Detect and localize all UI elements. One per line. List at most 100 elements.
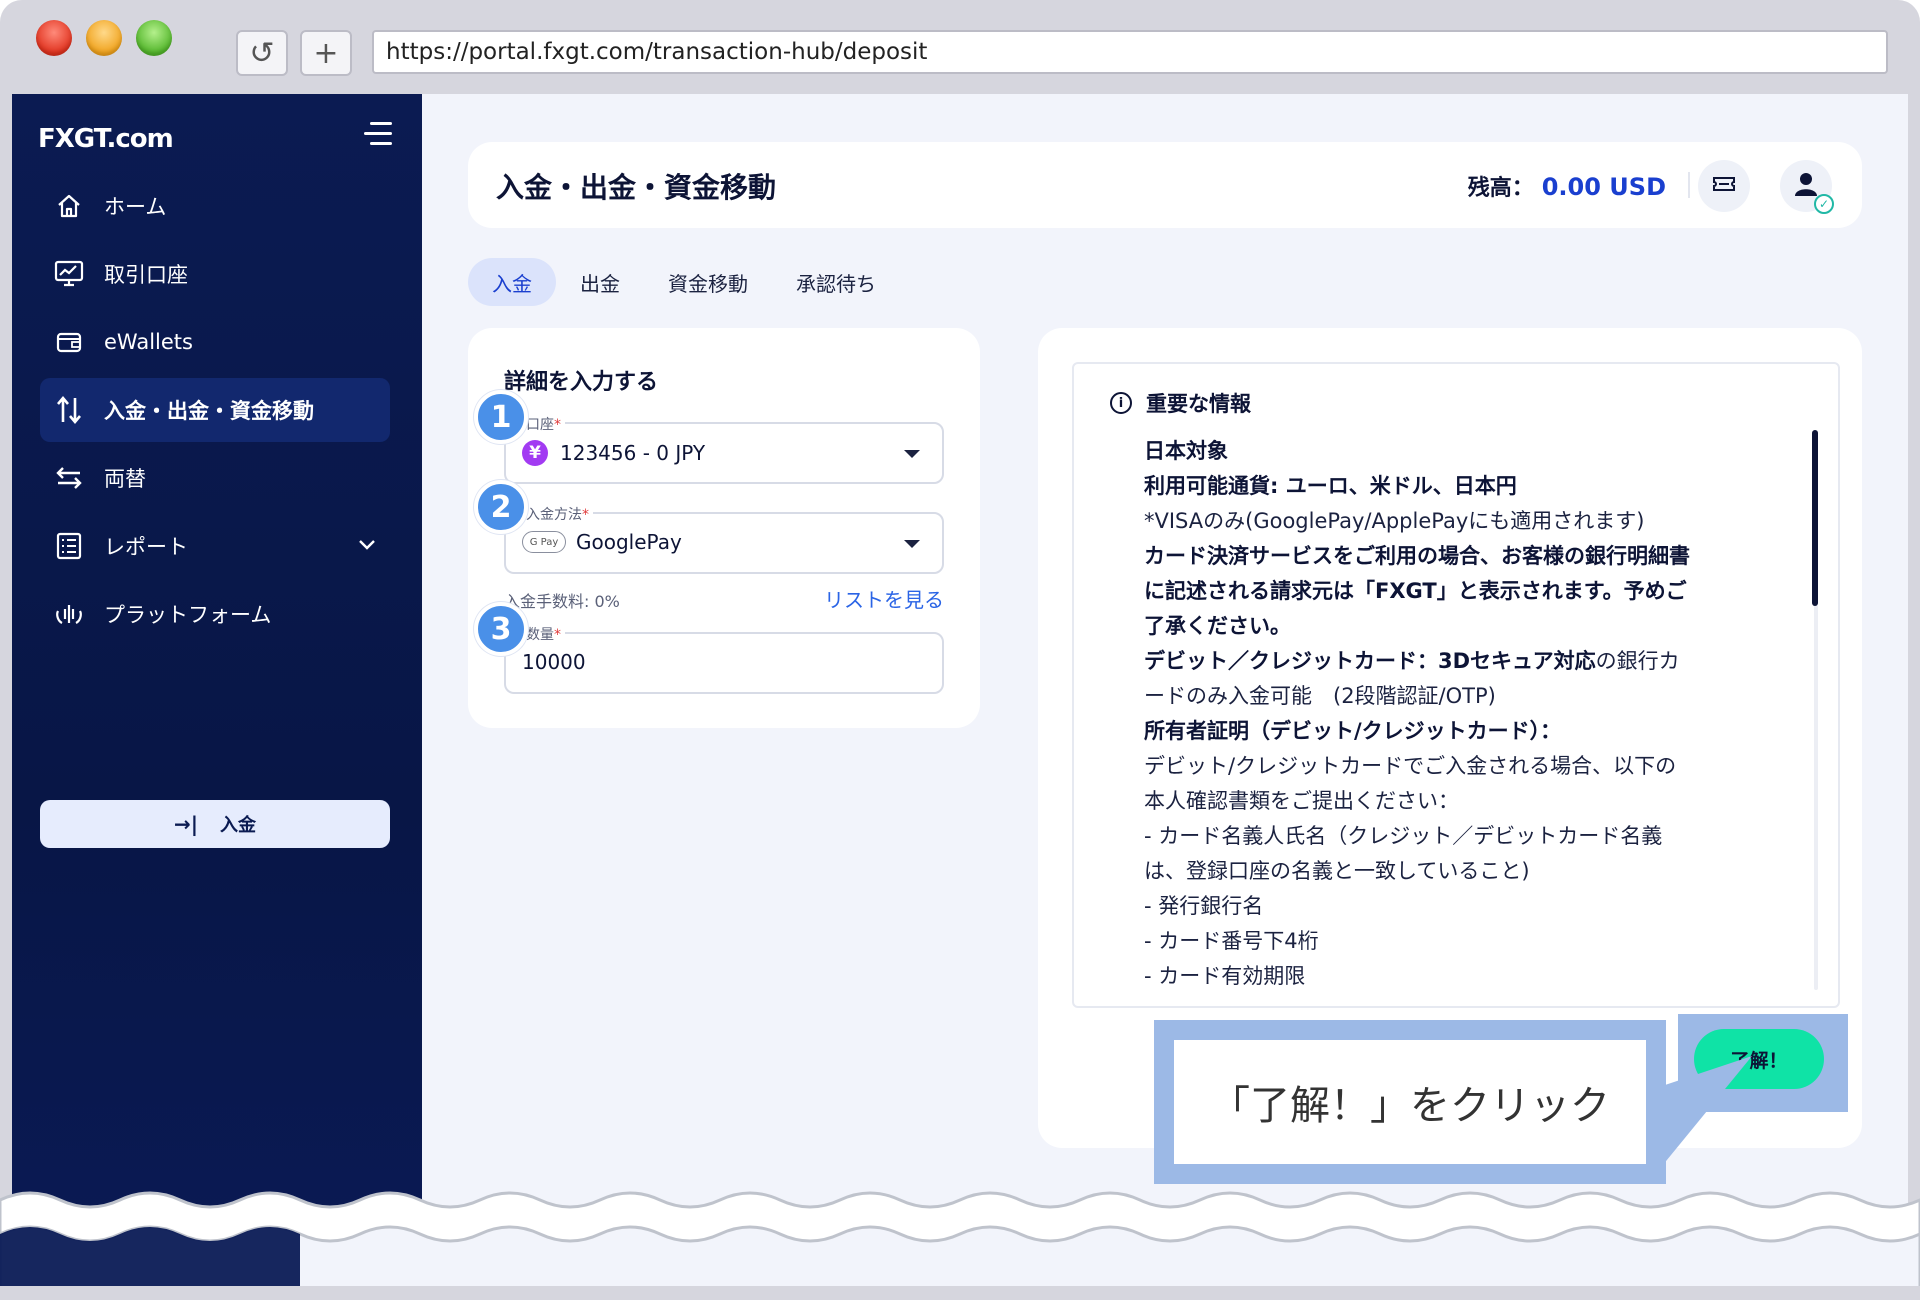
- account-select[interactable]: 口座* ¥ 123456 - 0 JPY: [504, 414, 944, 484]
- info-line: は、登録口座の名義と一致していること): [1144, 859, 1530, 883]
- info-title: i 重要な情報: [1110, 388, 1251, 418]
- platform-icon: [52, 597, 86, 631]
- info-line: - 発行銀行名: [1144, 894, 1264, 918]
- header-divider: [1688, 172, 1690, 198]
- callout-pointer: [1662, 1056, 1752, 1166]
- tab-withdraw[interactable]: 出金: [556, 258, 644, 306]
- sidebar-deposit-label: 入金: [220, 815, 257, 836]
- main-content: 入金・出金・資金移動 残高： 0.00 USD ✓ 入金 出金 資金移動 承認待ち: [422, 94, 1908, 1284]
- dropdown-caret-icon: [904, 450, 920, 458]
- sidebar-item-home[interactable]: ホーム: [40, 174, 390, 238]
- info-scroll-panel[interactable]: i 重要な情報 日本対象 利用可能通貨: ユーロ、米ドル、日本円 *VISAのみ…: [1072, 362, 1840, 1008]
- sidebar-item-label: 取引口座: [104, 263, 188, 287]
- reload-icon: ↺: [249, 35, 275, 71]
- step-marker-2: 2: [474, 480, 528, 534]
- page-header: 入金・出金・資金移動 残高： 0.00 USD ✓: [468, 142, 1862, 228]
- balance-value: 0.00 USD: [1541, 173, 1666, 201]
- sidebar-item-exchange[interactable]: 両替: [40, 446, 390, 510]
- info-body: 日本対象 利用可能通貨: ユーロ、米ドル、日本円 *VISAのみ(GoogleP…: [1144, 434, 1764, 994]
- yen-currency-icon: ¥: [522, 440, 548, 466]
- user-icon: [1793, 171, 1819, 201]
- info-line: デビット/クレジットカードでご入金される場合、以下の: [1144, 754, 1677, 778]
- amount-input[interactable]: 数量* 10000: [504, 624, 944, 694]
- sidebar-item-ewallets[interactable]: eWallets: [40, 310, 390, 374]
- torn-edge-decoration: [0, 1191, 1920, 1300]
- info-line: ードのみ入金可能 (2段階認証/OTP): [1144, 684, 1496, 708]
- callout-box: 「了解！」をクリック: [1154, 1020, 1666, 1184]
- dropdown-caret-icon: [904, 540, 920, 548]
- payment-method-select[interactable]: 入金方法* G Pay GooglePay: [504, 504, 944, 574]
- ticket-icon: [1712, 175, 1736, 197]
- info-line: 所有者証明（デビット/クレジットカード）：: [1144, 719, 1562, 743]
- deposit-fee-text: 入金手数料: 0%: [504, 592, 620, 611]
- info-line: *VISAのみ(GooglePay/ApplePayにも適用されます): [1144, 509, 1645, 533]
- tab-pending[interactable]: 承認待ち: [772, 258, 900, 306]
- chart-monitor-icon: [52, 257, 86, 291]
- sidebar-item-label: 入金・出金・資金移動: [104, 399, 314, 423]
- tab-deposit[interactable]: 入金: [468, 258, 556, 306]
- info-line: 本人確認書類をご提出ください：: [1144, 789, 1459, 813]
- sidebar-item-label: レポート: [104, 535, 188, 559]
- sidebar: FXGT.com ホーム 取引口座 eWallets 入金・出金・資金移動 両替…: [12, 94, 422, 1284]
- plus-icon: +: [313, 35, 339, 71]
- step-marker-3: 3: [474, 602, 528, 656]
- info-line: に記述される請求元は「FXGT」と表示されます。予めご: [1144, 579, 1687, 603]
- sidebar-item-transactions[interactable]: 入金・出金・資金移動: [40, 378, 390, 442]
- page-viewport: FXGT.com ホーム 取引口座 eWallets 入金・出金・資金移動 両替…: [12, 94, 1908, 1284]
- wallet-icon: [52, 325, 86, 359]
- info-line: - カード番号下4桁: [1144, 929, 1319, 953]
- home-icon: [52, 189, 86, 223]
- fee-row: 入金手数料: 0% リストを見る: [504, 588, 944, 612]
- sidebar-item-label: ホーム: [104, 195, 167, 219]
- view-list-link[interactable]: リストを見る: [824, 584, 944, 613]
- payment-method-label: 入金方法*: [522, 504, 593, 524]
- balance-display: 残高： 0.00 USD: [1468, 170, 1666, 202]
- sidebar-item-reports[interactable]: レポート: [40, 514, 390, 578]
- user-avatar-button[interactable]: ✓: [1780, 160, 1834, 214]
- sidebar-item-label: プラットフォーム: [104, 603, 272, 627]
- chevron-down-icon: [358, 532, 376, 556]
- reload-button[interactable]: ↺: [236, 30, 288, 76]
- account-value: ¥ 123456 - 0 JPY: [522, 440, 705, 466]
- tab-transfer[interactable]: 資金移動: [644, 258, 772, 306]
- step-marker-1: 1: [474, 390, 528, 444]
- report-icon: [52, 529, 86, 563]
- info-line: 了承ください。: [1144, 614, 1291, 638]
- amount-label: 数量*: [522, 624, 565, 644]
- minimize-window-button[interactable]: [86, 20, 122, 56]
- scrollbar-thumb[interactable]: [1812, 430, 1818, 606]
- account-label: 口座*: [522, 414, 565, 434]
- sidebar-item-label: 両替: [104, 467, 146, 491]
- form-title: 詳細を入力する: [504, 370, 659, 395]
- callout-text: 「了解！」をクリック: [1174, 1040, 1646, 1164]
- fxgt-logo[interactable]: FXGT.com: [38, 124, 174, 154]
- sidebar-item-label: eWallets: [104, 330, 193, 354]
- maximize-window-button[interactable]: [136, 20, 172, 56]
- close-window-button[interactable]: [36, 20, 72, 56]
- info-line: 利用可能通貨: ユーロ、米ドル、日本円: [1144, 474, 1517, 498]
- transfer-arrows-icon: [52, 393, 86, 427]
- verified-check-icon: ✓: [1814, 194, 1834, 214]
- sidebar-item-trading-accounts[interactable]: 取引口座: [40, 242, 390, 306]
- ticket-button[interactable]: [1698, 160, 1750, 212]
- page-title: 入金・出金・資金移動: [496, 171, 777, 204]
- menu-toggle-icon[interactable]: [364, 122, 392, 150]
- sidebar-item-platform[interactable]: プラットフォーム: [40, 582, 390, 646]
- info-line: カード決済サービスをご利用の場合、お客様の銀行明細書: [1144, 544, 1690, 568]
- info-line: - カード有効期限: [1144, 964, 1306, 988]
- sidebar-deposit-button[interactable]: →| 入金: [40, 800, 390, 848]
- deposit-form-card: 詳細を入力する 口座* ¥ 123456 - 0 JPY 入金方法* G Pay…: [468, 328, 980, 728]
- transaction-tabs: 入金 出金 資金移動 承認待ち: [468, 258, 900, 306]
- new-tab-button[interactable]: +: [300, 30, 352, 76]
- address-bar[interactable]: https://portal.fxgt.com/transaction-hub/…: [372, 30, 1888, 74]
- exchange-icon: [52, 461, 86, 495]
- amount-value: 10000: [522, 650, 586, 674]
- enter-arrow-icon: →|: [173, 812, 199, 836]
- info-line: デビット／クレジットカード：3Dセキュア対応の銀行カ: [1144, 649, 1680, 673]
- info-line: 日本対象: [1144, 439, 1228, 463]
- info-line: - カード名義人氏名（クレジット／デビットカード名義: [1144, 824, 1663, 848]
- info-icon: i: [1110, 392, 1132, 414]
- google-pay-icon: G Pay: [522, 531, 566, 553]
- balance-label: 残高：: [1467, 176, 1534, 201]
- payment-method-value: G Pay GooglePay: [522, 530, 682, 554]
